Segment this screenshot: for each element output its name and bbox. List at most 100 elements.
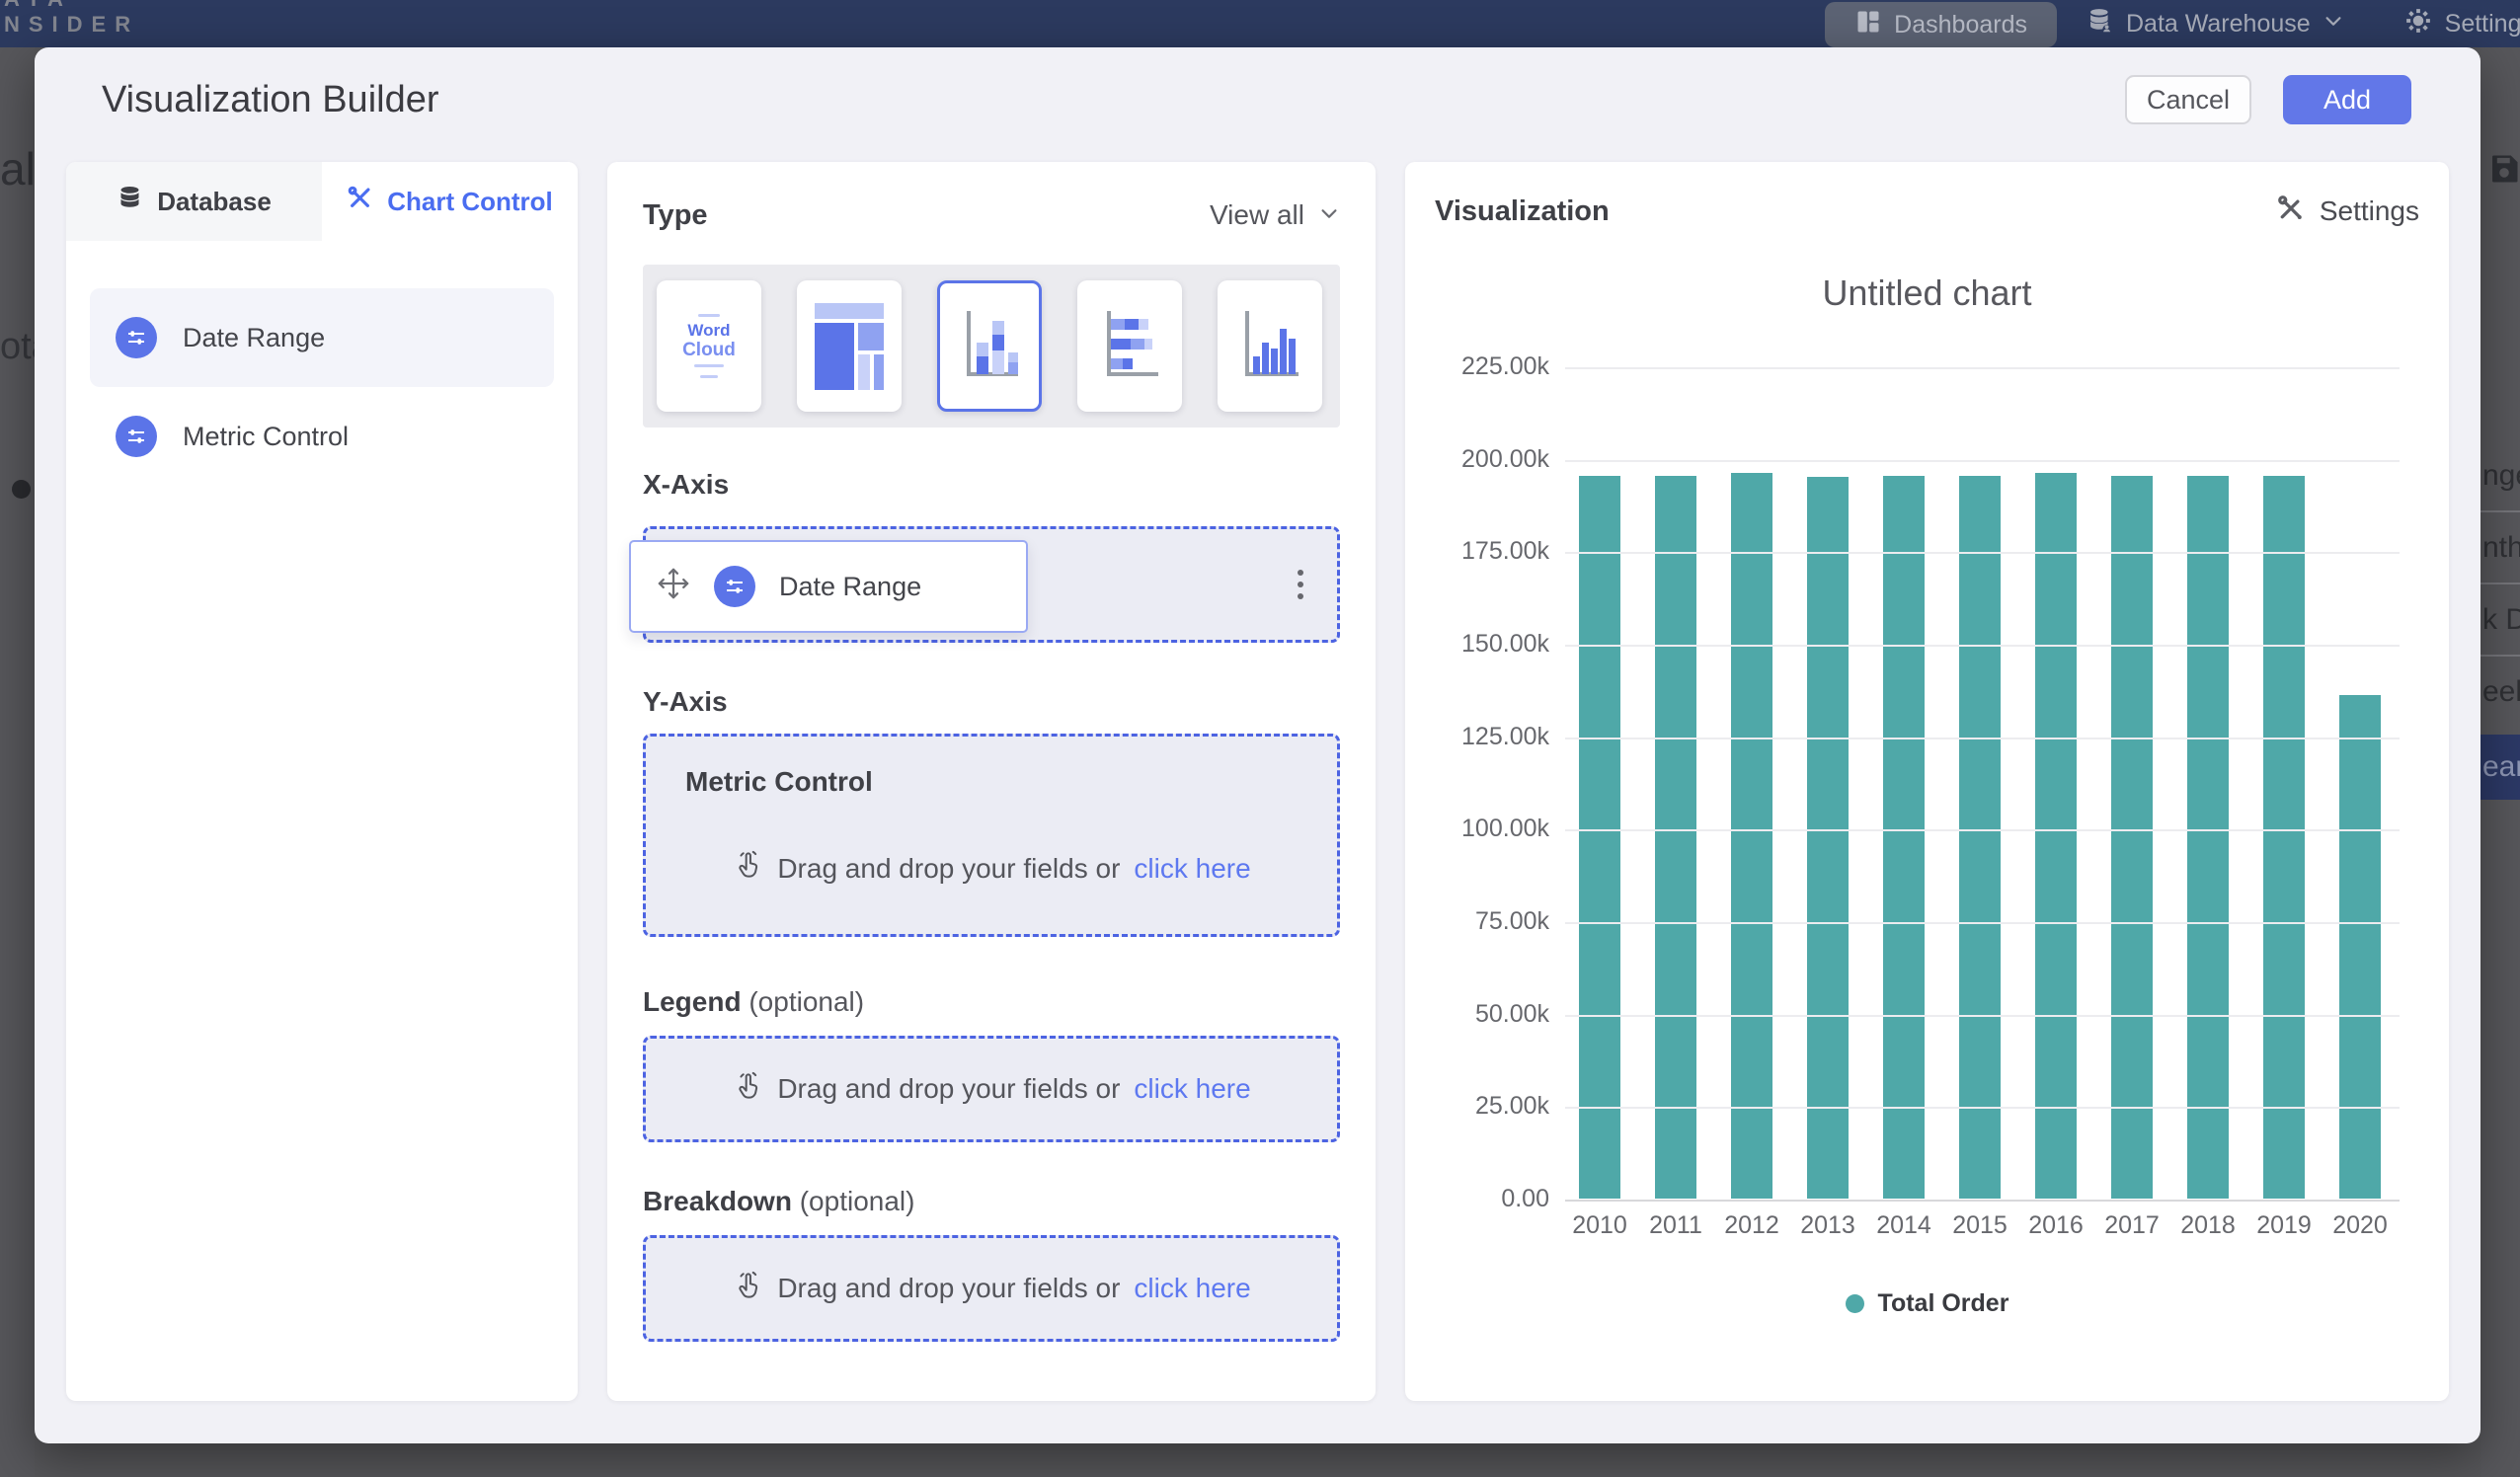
background-list-row: ear <box>2481 735 2520 800</box>
bar[interactable] <box>2035 473 2077 1199</box>
x-tick-label: 2013 <box>1807 1211 1849 1240</box>
chart-bars <box>1579 367 2381 1199</box>
gridline <box>1565 1200 2400 1202</box>
visualization-builder-modal: Visualization Builder Cancel Add Databas… <box>35 47 2481 1443</box>
y-tick-label: 225.00k <box>1461 352 1549 381</box>
cancel-button[interactable]: Cancel <box>2125 75 2251 124</box>
tab-database[interactable]: Database <box>66 162 322 241</box>
chart-type-word-cloud[interactable]: Word Cloud <box>657 280 761 412</box>
nav-dashboards[interactable]: Dashboards <box>1825 2 2057 47</box>
bar[interactable] <box>1579 476 1620 1199</box>
x-axis-dropzone[interactable]: Date Range Date <box>643 526 1340 643</box>
background-dropdown-rows: ngenthlyk Dateeeklyear <box>2481 440 2520 800</box>
x-tick-label: 2016 <box>2035 1211 2077 1240</box>
sliders-icon <box>714 566 755 607</box>
click-here-link[interactable]: click here <box>1134 853 1250 885</box>
bar[interactable] <box>1883 476 1925 1199</box>
add-button[interactable]: Add <box>2283 75 2411 124</box>
background-list-row: nthly <box>2481 510 2520 583</box>
y-tick-label: 100.00k <box>1461 815 1549 843</box>
breakdown-dropzone[interactable]: Drag and drop your fields or click here <box>643 1235 1340 1342</box>
gridline <box>1565 367 2400 369</box>
y-tick-label: 25.00k <box>1475 1092 1549 1121</box>
chart-settings-button[interactable]: Settings <box>2276 194 2419 230</box>
y-axis-dropzone[interactable]: Metric Control Drag and drop your fields… <box>643 734 1340 937</box>
kebab-menu-icon[interactable] <box>1292 564 1309 605</box>
tools-icon <box>2276 194 2306 230</box>
chart-plot: 225.00k200.00k175.00k150.00k125.00k100.0… <box>1565 367 2400 1200</box>
background-list-row: nge <box>2481 440 2520 510</box>
background-right-strip: ngenthlyk Dateeeklyear <box>2481 47 2520 1477</box>
gridline <box>1565 1107 2400 1109</box>
dropzone-hint-text: Drag and drop your fields or <box>777 1273 1120 1304</box>
modal-title: Visualization Builder <box>102 79 439 121</box>
gridline <box>1565 829 2400 831</box>
click-hand-icon <box>732 1270 763 1308</box>
nav-settings[interactable]: Settings <box>2374 0 2520 47</box>
visualization-heading: Visualization <box>1435 195 1610 228</box>
background-list-row: eekly <box>2481 655 2520 727</box>
tab-chart-control[interactable]: Chart Control <box>322 162 578 241</box>
field-date-range[interactable]: Date Range <box>90 288 554 387</box>
chart-type-column[interactable] <box>1218 280 1322 412</box>
bar[interactable] <box>2339 695 2381 1199</box>
bar[interactable] <box>2263 476 2305 1199</box>
x-tick-label: 2017 <box>2111 1211 2153 1240</box>
gridline <box>1565 922 2400 924</box>
chart-type-stacked-bar[interactable] <box>1077 280 1182 412</box>
gridline <box>1565 645 2400 647</box>
click-here-link[interactable]: click here <box>1134 1273 1250 1304</box>
y-tick-label: 125.00k <box>1461 723 1549 751</box>
save-disk-icon <box>2486 151 2520 192</box>
x-tick-label: 2020 <box>2339 1211 2381 1240</box>
gridline <box>1565 1015 2400 1017</box>
y-tick-label: 200.00k <box>1461 445 1549 474</box>
gear-icon <box>2403 6 2433 42</box>
legend-dropzone[interactable]: Drag and drop your fields or click here <box>643 1036 1340 1142</box>
y-axis-zone-title: Metric Control <box>685 766 1337 798</box>
chart-type-treemap[interactable] <box>797 280 902 412</box>
x-tick-label: 2011 <box>1655 1211 1696 1240</box>
fields-panel-tabs: Database Chart Control <box>66 162 578 241</box>
dropzone-hint-text: Drag and drop your fields or <box>777 1073 1120 1105</box>
move-icon <box>657 567 690 607</box>
chart-legend[interactable]: Total Order <box>1435 1289 2419 1318</box>
background-bullet <box>12 480 31 499</box>
y-tick-label: 75.00k <box>1475 907 1549 936</box>
date-range-chip[interactable]: Date Range <box>629 540 1028 633</box>
bar[interactable] <box>2111 476 2153 1199</box>
field-date-range-label: Date Range <box>183 323 325 353</box>
logo-line-1: ATA <box>4 0 139 12</box>
bar[interactable] <box>1959 476 2001 1199</box>
chevron-down-icon <box>1318 199 1340 231</box>
click-hand-icon <box>732 849 763 888</box>
visualization-panel: Visualization Settings Untitled chart 22… <box>1405 162 2449 1401</box>
bar[interactable] <box>2187 476 2229 1199</box>
x-tick-label: 2010 <box>1579 1211 1620 1240</box>
bar[interactable] <box>1731 473 1772 1199</box>
chart-type-carousel: Word Cloud <box>643 265 1340 428</box>
tools-icon <box>347 185 373 218</box>
chart-settings-label: Settings <box>2320 195 2419 227</box>
date-range-chip-label: Date Range <box>779 572 921 602</box>
click-here-link[interactable]: click here <box>1134 1073 1250 1105</box>
gridline <box>1565 460 2400 462</box>
x-axis-heading: X-Axis <box>643 469 1340 501</box>
field-metric-control[interactable]: Metric Control <box>90 389 554 484</box>
view-all-dropdown[interactable]: View all <box>1210 199 1340 231</box>
modal-header: Visualization Builder Cancel Add <box>102 75 2411 124</box>
chart-title: Untitled chart <box>1435 272 2419 316</box>
word-cloud-word: Word <box>687 321 730 341</box>
legend-optional-suffix: (optional) <box>748 986 864 1017</box>
control-fields-list: Date Range Metric Control <box>66 241 578 484</box>
chart-type-stacked-column[interactable] <box>937 280 1042 412</box>
nav-data-warehouse[interactable]: Data Warehouse <box>2057 0 2374 47</box>
bar[interactable] <box>1655 476 1696 1199</box>
bar[interactable] <box>1807 477 1849 1199</box>
dropzone-hint-text: Drag and drop your fields or <box>777 853 1120 885</box>
click-hand-icon <box>732 1070 763 1109</box>
word-cloud-word: Cloud <box>682 341 736 360</box>
gridline <box>1565 738 2400 739</box>
y-tick-label: 150.00k <box>1461 630 1549 659</box>
background-text-fragment: ota <box>0 326 35 368</box>
